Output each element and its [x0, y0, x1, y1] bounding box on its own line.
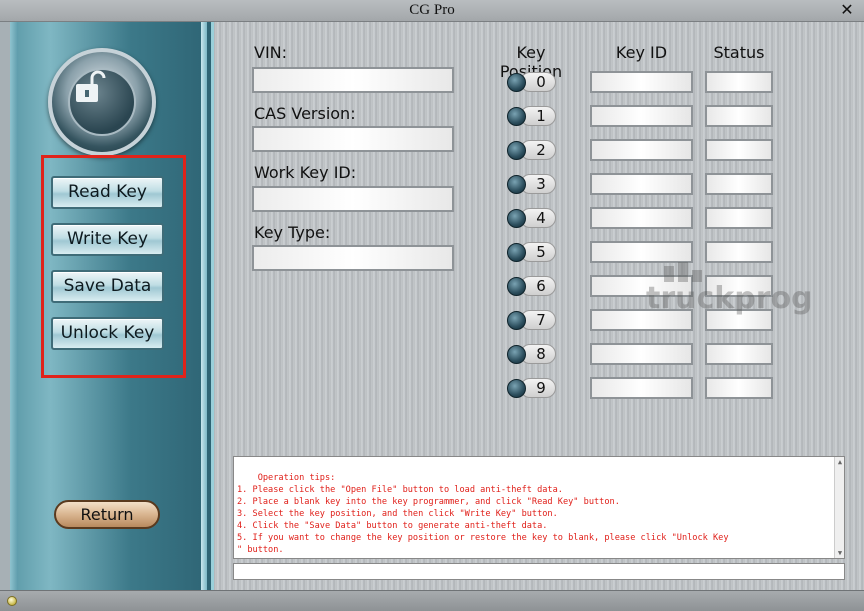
- key-id-field[interactable]: [590, 71, 693, 93]
- key-status-field: [705, 207, 773, 229]
- title-bar: CG Pro ✕: [0, 0, 864, 22]
- read-key-button[interactable]: Read Key: [51, 176, 164, 209]
- key-status-field: [705, 343, 773, 365]
- cas-version-label: CAS Version:: [254, 104, 356, 123]
- key-position-radio-icon[interactable]: [507, 345, 526, 364]
- close-icon[interactable]: ✕: [838, 1, 856, 19]
- work-key-id-field[interactable]: [252, 186, 454, 212]
- key-status-field: [705, 105, 773, 127]
- key-type-field[interactable]: [252, 245, 454, 271]
- key-position-radio-icon[interactable]: [507, 175, 526, 194]
- lock-badge: [48, 48, 156, 156]
- key-status-field: [705, 71, 773, 93]
- save-data-button[interactable]: Save Data: [51, 270, 164, 303]
- key-id-field[interactable]: [590, 207, 693, 229]
- status-header: Status: [713, 43, 765, 62]
- message-line: [233, 563, 845, 580]
- key-id-field[interactable]: [590, 241, 693, 263]
- window-title: CG Pro: [409, 2, 455, 18]
- key-status-field: [705, 139, 773, 161]
- key-position-radio-icon[interactable]: [507, 277, 526, 296]
- key-position-radio-icon[interactable]: [507, 209, 526, 228]
- unlock-key-button[interactable]: Unlock Key: [51, 317, 164, 350]
- status-bar: [0, 590, 864, 611]
- scroll-up-icon[interactable]: ▲: [836, 458, 844, 466]
- key-position-radio-icon[interactable]: [507, 73, 526, 92]
- key-id-field[interactable]: [590, 173, 693, 195]
- vin-label: VIN:: [254, 43, 288, 62]
- return-button[interactable]: Return: [54, 500, 160, 529]
- key-position-radio-icon[interactable]: [507, 311, 526, 330]
- key-status-field: [705, 173, 773, 195]
- key-status-field: [705, 241, 773, 263]
- tips-text: Operation tips: 1. Please click the "Ope…: [237, 473, 729, 555]
- key-id-field[interactable]: [590, 343, 693, 365]
- truckprog-watermark: truckprog: [646, 262, 813, 316]
- key-id-field[interactable]: [590, 139, 693, 161]
- write-key-button[interactable]: Write Key: [51, 223, 164, 256]
- key-status-field: [705, 377, 773, 399]
- svg-text:truckprog: truckprog: [646, 281, 813, 316]
- key-position-radio-icon[interactable]: [507, 141, 526, 160]
- key-id-field[interactable]: [590, 377, 693, 399]
- key-position-radio-icon[interactable]: [507, 379, 526, 398]
- key-id-header: Key ID: [615, 43, 668, 62]
- vin-field[interactable]: [252, 67, 454, 93]
- key-position-radio-icon[interactable]: [507, 243, 526, 262]
- cg-pro-window: CG Pro ✕ Read Key Write Key Save Data Un…: [0, 0, 864, 611]
- key-id-field[interactable]: [590, 105, 693, 127]
- key-position-radio-icon[interactable]: [507, 107, 526, 126]
- cas-version-field[interactable]: [252, 126, 454, 152]
- work-key-id-label: Work Key ID:: [254, 163, 357, 182]
- unlock-icon: [76, 70, 106, 102]
- key-type-label: Key Type:: [254, 223, 331, 242]
- operation-tips: Operation tips: 1. Please click the "Ope…: [233, 456, 845, 559]
- status-led-icon: [7, 596, 17, 606]
- scroll-down-icon[interactable]: ▼: [836, 549, 844, 557]
- tips-scrollbar[interactable]: ▲ ▼: [834, 457, 844, 558]
